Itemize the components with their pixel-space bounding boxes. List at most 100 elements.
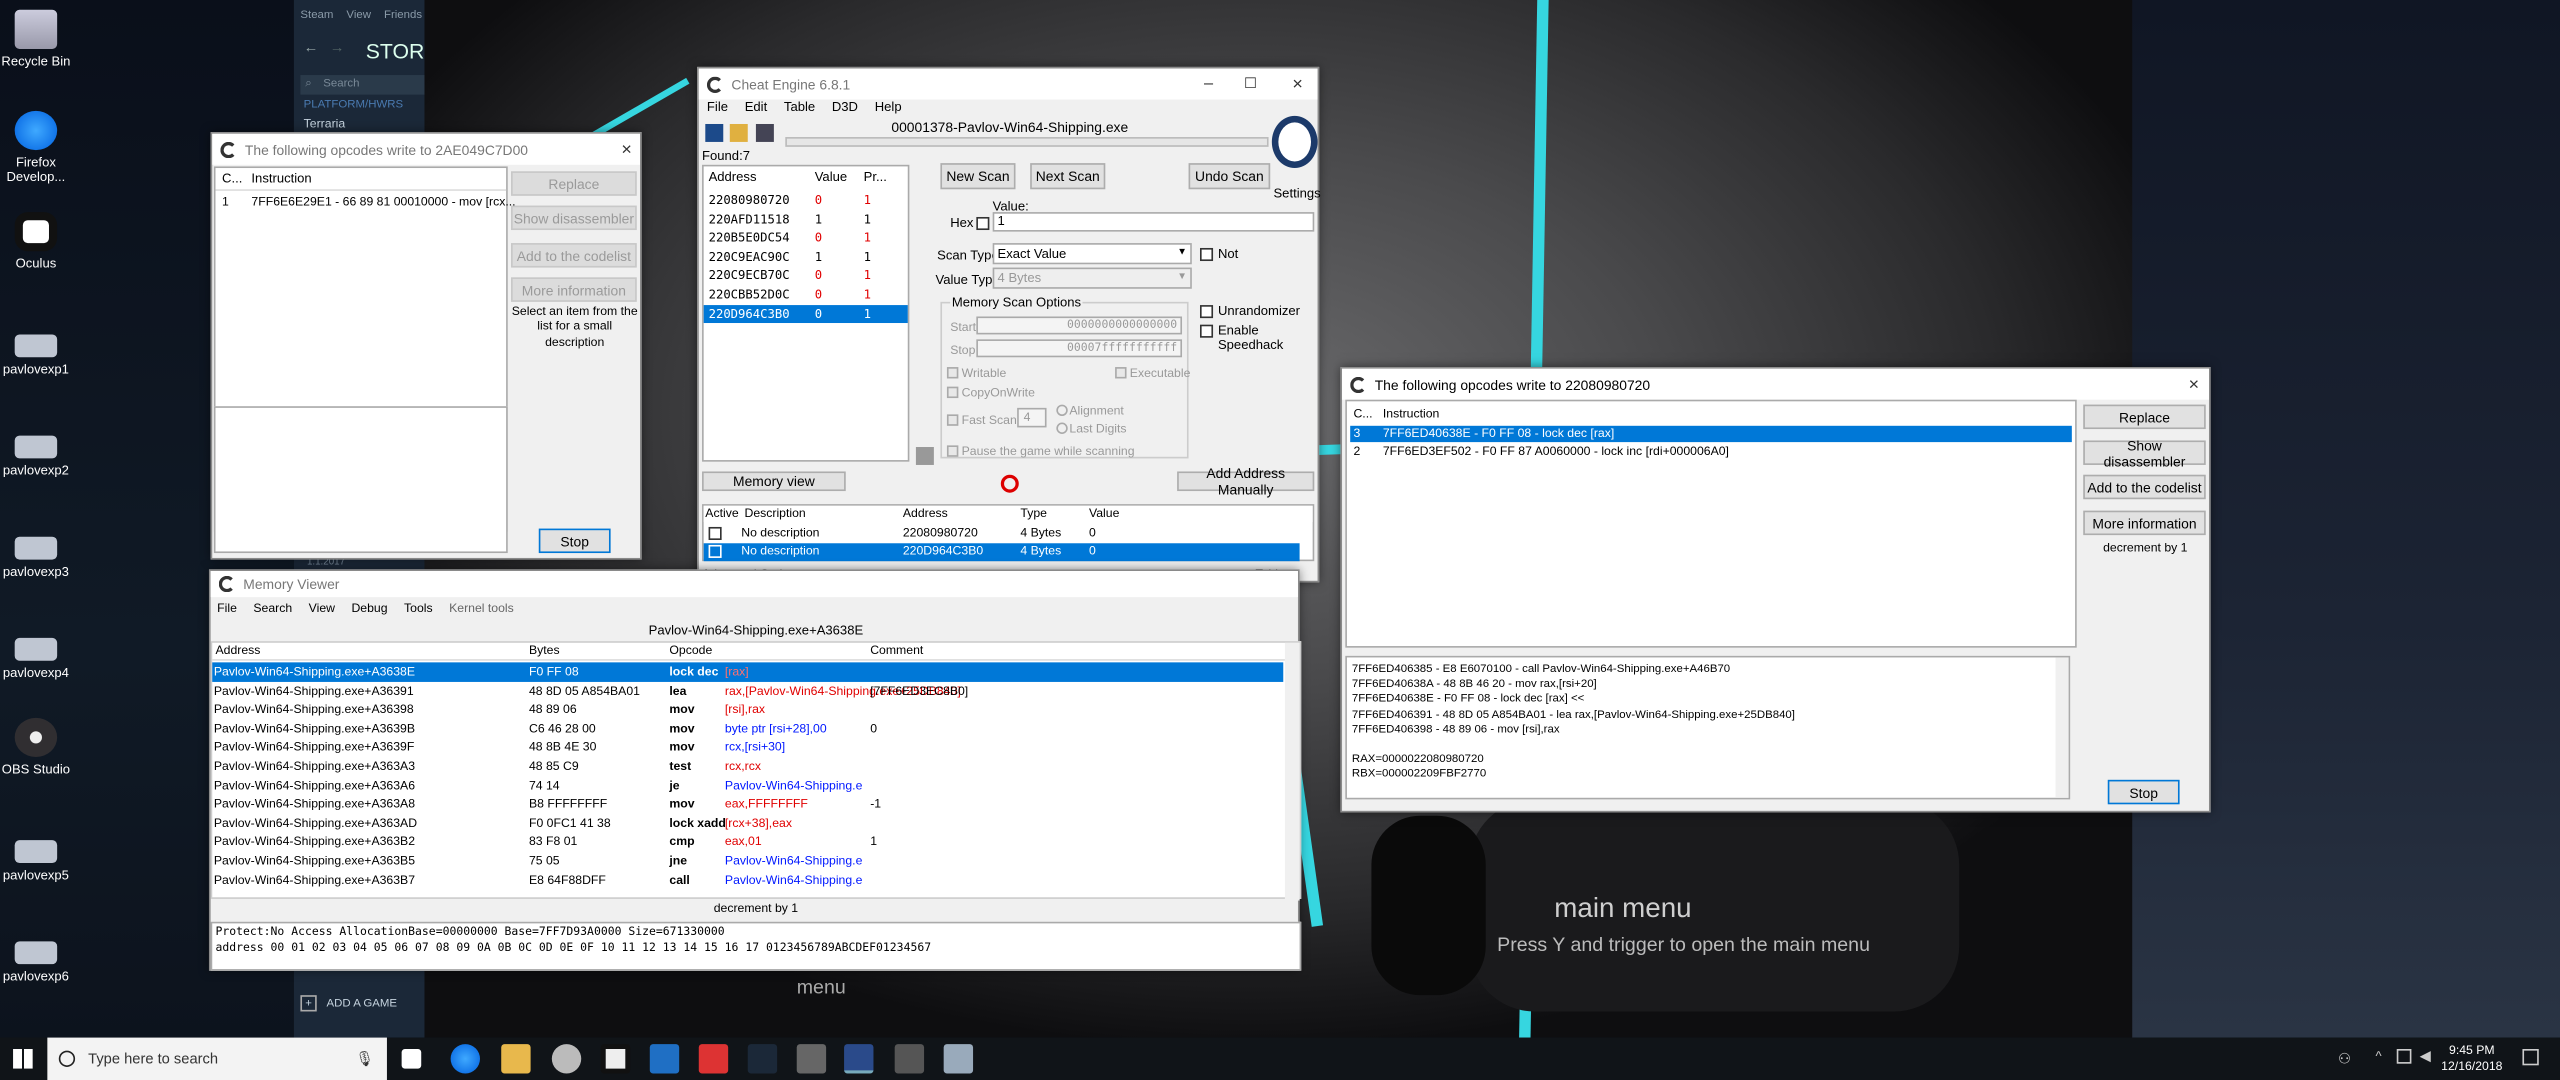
memory-view-button[interactable]: Memory view [702, 471, 846, 492]
steam-store-label[interactable]: STOR [366, 39, 425, 63]
desktop-icon-pavlovexp6[interactable]: pavlovexp6 [0, 941, 72, 984]
undo-scan-button[interactable]: Undo Scan [1188, 163, 1271, 190]
steam-menu-friends[interactable]: Friends [384, 10, 422, 21]
app-red-icon[interactable] [698, 1044, 729, 1074]
steam-search[interactable]: ⌕ Search [300, 75, 425, 95]
list-item[interactable]: 220B5E0DC54 0 1 [704, 229, 908, 248]
more-information-button[interactable]: More information [2083, 510, 2206, 536]
list-item[interactable]: 220C9EAC90C 1 1 [704, 248, 908, 267]
start-icon[interactable] [13, 1049, 33, 1069]
cheat-engine-taskbar-icon[interactable] [844, 1044, 874, 1074]
address-table[interactable]: Active Description Address Type Value No… [702, 504, 1315, 562]
menu-search[interactable]: Search [253, 600, 292, 615]
minimize-icon[interactable]: – [1204, 75, 1213, 93]
oculus-taskbar-icon[interactable] [600, 1044, 631, 1074]
clock[interactable]: 9:45 PM 12/16/2018 [2439, 1042, 2504, 1075]
maximize-icon[interactable]: ☐ [1244, 75, 1257, 93]
results-list[interactable]: Address Value Pr... 22080980720 0 1 220AFD1… [702, 164, 910, 462]
close-icon[interactable]: × [2189, 374, 2200, 394]
desktop-icon-recycle-bin[interactable]: Recycle Bin [0, 9, 72, 69]
disassembly-row[interactable]: Pavlov-Win64-Shipping.exe+A363A3 48 85 C9… [212, 757, 1283, 776]
list-item[interactable]: 3 7FF6ED40638E - F0 FF 08 - lock dec [ra… [1350, 425, 2072, 443]
value-input[interactable]: 1 [992, 212, 1315, 232]
new-scan-button[interactable]: New Scan [940, 163, 1016, 190]
steam-taskbar-icon[interactable] [747, 1044, 778, 1074]
desktop-icon-pavlovexp3[interactable]: pavlovexp3 [0, 536, 72, 580]
hex-view[interactable]: Protect:No Access AllocationBase=0000000… [210, 921, 1302, 971]
show-disassembler-button[interactable]: Show disassembler [2083, 436, 2206, 469]
menu-edit[interactable]: Edit [745, 100, 768, 115]
add-codelist-button[interactable]: Add to the codelist [2083, 474, 2206, 500]
active-checkbox[interactable] [708, 544, 722, 558]
unrandomizer-checkbox[interactable] [1199, 305, 1214, 319]
opcodes-large-titlebar[interactable]: The following opcodes write to 220809807… [1342, 368, 2209, 400]
volume-icon[interactable]: ◀ [2420, 1047, 2431, 1065]
desktop-icon-firefox[interactable]: Firefox Develop... [0, 110, 72, 185]
menu-view[interactable]: View [309, 600, 335, 615]
lastdigits-radio[interactable] [1056, 422, 1068, 434]
close-icon[interactable]: × [1292, 74, 1303, 94]
table-row[interactable]: No description 22080980720 4 Bytes 0 [704, 525, 1300, 543]
menu-debug[interactable]: Debug [351, 600, 387, 615]
disassembly-row[interactable]: Pavlov-Win64-Shipping.exe+A363B5 75 05 jne… [212, 851, 1283, 870]
firefox-taskbar-icon[interactable] [450, 1044, 480, 1074]
stop-address-input[interactable]: 00007fffffffffff [976, 339, 1183, 358]
pause-checkbox[interactable] [946, 445, 959, 457]
hex-checkbox[interactable] [976, 216, 990, 231]
chevron-up-icon[interactable]: ^ [2376, 1049, 2382, 1064]
disassembly-row[interactable]: Pavlov-Win64-Shipping.exe+A36398 48 89 06… [212, 700, 1283, 719]
steam-menu-view[interactable]: View [346, 10, 371, 21]
menu-file[interactable]: File [217, 600, 237, 615]
file-explorer-icon[interactable] [501, 1044, 531, 1074]
notification-icon[interactable] [2522, 1049, 2539, 1066]
disassembly-row[interactable]: Pavlov-Win64-Shipping.exe+A363A6 74 14 je P… [212, 776, 1283, 795]
steam-menu-steam[interactable]: Steam [300, 10, 333, 21]
details-pane[interactable]: 7FF6ED406385 - E8 E6070100 - call Pavlov… [1345, 655, 2071, 800]
settings-logo-icon[interactable] [1271, 115, 1318, 169]
desktop-icon-oculus[interactable]: Oculus [0, 212, 72, 271]
add-address-manually-button[interactable]: Add Address Manually [1177, 465, 1315, 498]
network-icon[interactable] [2396, 1049, 2412, 1064]
menu-help[interactable]: Help [875, 100, 902, 115]
show-disassembler-button[interactable]: Show disassembler [511, 205, 637, 231]
details-scrollbar[interactable] [2055, 657, 2069, 798]
list-item[interactable]: 220CBB52D0C 0 1 [704, 285, 908, 304]
settings-gear-icon[interactable] [551, 1044, 582, 1074]
opcodes-list[interactable]: C... Instruction 3 7FF6ED40638E - F0 FF … [1345, 399, 2077, 648]
microphone-icon[interactable]: 🎙 [355, 1050, 374, 1068]
taskbar-search[interactable]: Type here to search 🎙 [47, 1037, 387, 1080]
disassembly-row[interactable]: Pavlov-Win64-Shipping.exe+A363A8 B8 FFFFF… [212, 795, 1283, 814]
app-misc-icon[interactable] [943, 1044, 974, 1074]
start-address-input[interactable]: 0000000000000000 [976, 316, 1183, 335]
stop-button[interactable]: Stop [2107, 779, 2180, 805]
powershell-icon[interactable] [649, 1044, 680, 1074]
list-item-instruction[interactable]: 7FF6E6E29E1 - 66 89 81 00010000 - mov [r… [251, 194, 515, 209]
stop-button[interactable]: Stop [538, 528, 611, 554]
list-item[interactable]: 220AFD11518 1 1 [704, 210, 908, 229]
next-scan-button[interactable]: Next Scan [1030, 163, 1106, 190]
clear-list-icon[interactable] [1000, 474, 1019, 493]
menu-file[interactable]: File [707, 100, 728, 115]
forward-arrow-icon[interactable]: → [330, 39, 345, 55]
cheat-engine-titlebar[interactable]: Cheat Engine 6.8.1 – ☐ × [698, 68, 1318, 100]
opcodes-small-titlebar[interactable]: The following opcodes write to 2AE049C7D… [212, 133, 640, 165]
disassembly-view[interactable]: Address Bytes Opcode Comment Pavlov-Win6… [210, 641, 1302, 901]
list-item[interactable]: 220D964C3B0 0 1 [703, 304, 908, 324]
desktop-icon-pavlovexp5[interactable]: pavlovexp5 [0, 840, 72, 883]
list-item[interactable]: 22080980720 0 1 [704, 191, 908, 210]
replace-button[interactable]: Replace [2083, 404, 2206, 430]
close-icon[interactable]: × [621, 139, 632, 159]
add-codelist-button[interactable]: Add to the codelist [511, 243, 637, 268]
value-type-select[interactable]: 4 Bytes ▼ [992, 267, 1192, 289]
desktop-icon-pavlovexp1[interactable]: pavlovexp1 [0, 334, 72, 377]
menu-d3d[interactable]: D3D [832, 100, 858, 115]
people-icon[interactable]: ⚇ [2338, 1051, 2351, 1069]
disassembly-row[interactable]: Pavlov-Win64-Shipping.exe+A3638E F0 FF 08… [212, 662, 1284, 682]
disassembly-row[interactable]: Pavlov-Win64-Shipping.exe+A363B7 E8 64F88… [212, 870, 1283, 889]
desktop-icon-obs[interactable]: OBS Studio [0, 717, 72, 777]
disassembly-row[interactable]: Pavlov-Win64-Shipping.exe+A363B2 83 F8 01… [212, 833, 1283, 852]
speedhack-checkbox[interactable] [1199, 324, 1214, 338]
fastscan-checkbox[interactable] [946, 414, 959, 426]
task-view-icon[interactable] [401, 1049, 422, 1069]
menu-table[interactable]: Table [784, 100, 815, 115]
